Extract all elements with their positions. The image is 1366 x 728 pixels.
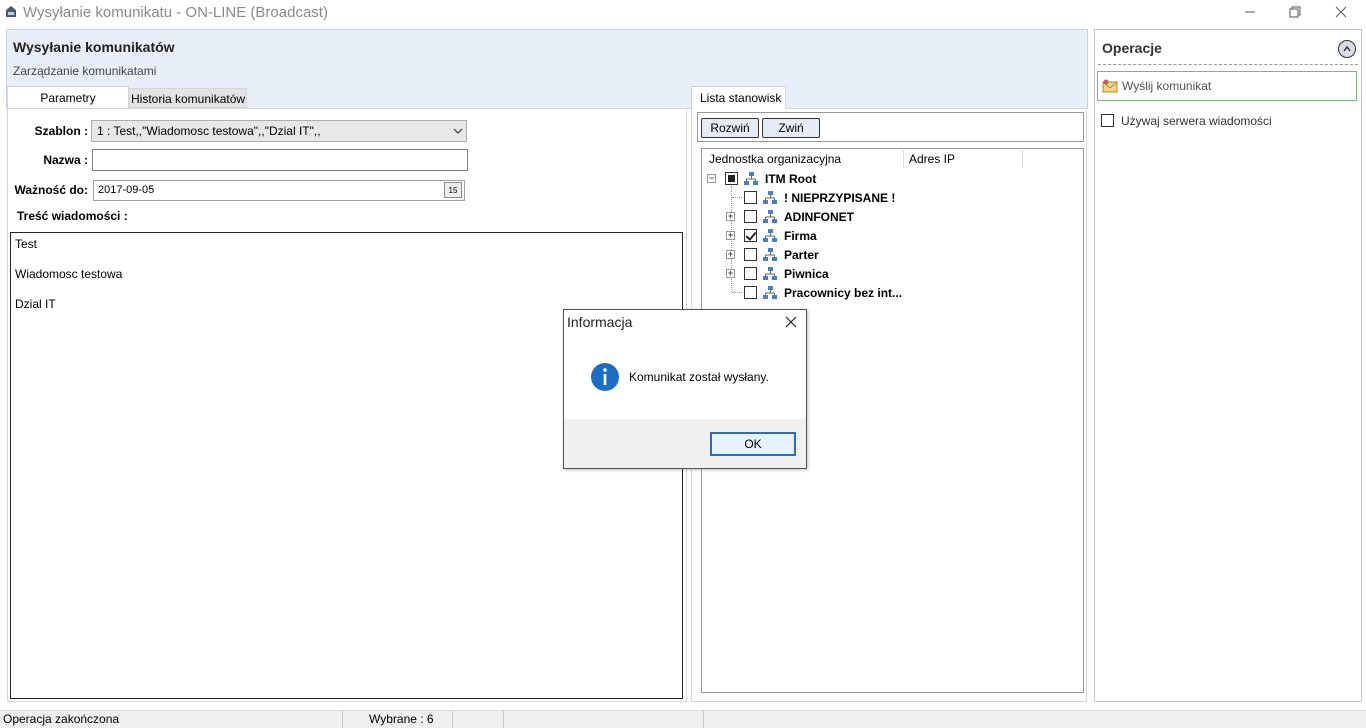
tree-node-pracownicy[interactable]: Pracownicy bez int... [744, 283, 902, 302]
app-icon [6, 6, 16, 17]
use-server-checkbox[interactable] [1101, 114, 1114, 127]
envelope-icon [1102, 79, 1118, 93]
tree-node-parter[interactable]: + Parter [726, 245, 819, 264]
tree-node-label: ADINFONET [784, 209, 854, 224]
expand-node-icon[interactable]: + [726, 250, 735, 259]
restore-icon[interactable] [1272, 0, 1318, 24]
tree-node-label: Parter [784, 247, 819, 262]
org-unit-icon [763, 190, 777, 204]
tresc-label: Treść wiadomości : [17, 209, 128, 223]
page-title: Wysyłanie komunikatów [13, 39, 175, 55]
chevron-down-icon[interactable] [452, 125, 464, 137]
status-bar [0, 710, 1366, 728]
operations-panel [1094, 29, 1362, 702]
use-server-label[interactable]: Używaj serwera wiadomości [1121, 114, 1272, 128]
node-checkbox[interactable] [744, 286, 757, 299]
dialog-title: Informacja [567, 314, 633, 330]
szablon-select[interactable]: 1 : Test,,"Wiadomosc testowa",,"Dzial IT… [91, 120, 467, 142]
tree-node-label: ITM Root [765, 171, 817, 186]
tree-node-adinfonet[interactable]: + ADINFONET [726, 207, 854, 226]
column-header-adres-ip[interactable]: Adres IP [909, 152, 955, 166]
send-message-label: Wyślij komunikat [1122, 79, 1212, 93]
collapse-node-icon[interactable]: − [707, 174, 716, 183]
node-checkbox[interactable] [744, 248, 757, 261]
message-line: Wiadomosc testowa [15, 267, 123, 281]
org-unit-icon [763, 247, 777, 261]
column-separator [1022, 150, 1023, 168]
minimize-icon[interactable] [1227, 0, 1273, 24]
nazwa-input[interactable] [92, 149, 468, 171]
divider [1098, 64, 1358, 65]
tab-lista-stanowisk[interactable]: Lista stanowisk [691, 86, 786, 109]
status-separator [503, 711, 504, 728]
info-icon [591, 363, 619, 391]
node-checkbox[interactable] [744, 229, 757, 242]
tree-node-piwnica[interactable]: + Piwnica [726, 264, 829, 283]
tree-node-label: Piwnica [784, 266, 829, 281]
org-unit-icon [763, 266, 777, 280]
tab-historia[interactable]: Historia komunikatów [129, 88, 247, 108]
tab-parametry[interactable]: Parametry [7, 86, 129, 108]
dialog-message: Komunikat został wysłany. [629, 370, 769, 384]
status-separator [452, 711, 453, 728]
waznosc-label: Ważność do: [14, 183, 88, 197]
tree-node-label: Firma [784, 228, 817, 243]
node-checkbox[interactable] [744, 191, 757, 204]
column-header-jednostka[interactable]: Jednostka organizacyjna [709, 152, 841, 166]
ok-button[interactable]: OK [710, 432, 796, 456]
expand-node-icon[interactable]: + [726, 212, 735, 221]
close-icon[interactable] [781, 312, 801, 332]
close-icon[interactable] [1318, 0, 1364, 24]
org-unit-icon [744, 171, 758, 185]
tree-node-itm-root[interactable]: − ITM Root [707, 169, 816, 188]
tree-node-label: ! NIEPRZYPISANE ! [784, 190, 896, 205]
org-unit-icon [763, 228, 777, 242]
nazwa-label: Nazwa : [43, 153, 88, 167]
collapse-panel-icon[interactable] [1338, 40, 1356, 58]
page-subtitle: Zarządzanie komunikatami [13, 64, 157, 78]
node-checkbox[interactable] [744, 210, 757, 223]
node-checkbox[interactable] [725, 172, 738, 185]
message-line: Test [15, 237, 38, 251]
waznosc-date-input[interactable]: 2017-09-05 [93, 180, 465, 201]
status-separator [703, 711, 704, 728]
org-unit-icon [763, 209, 777, 223]
status-separator [342, 711, 343, 728]
expand-node-icon[interactable]: + [726, 269, 735, 278]
node-checkbox[interactable] [744, 267, 757, 280]
operations-title: Operacje [1102, 40, 1162, 56]
tree-line [732, 292, 742, 293]
tree-node-nieprzypisane[interactable]: ! NIEPRZYPISANE ! [744, 188, 895, 207]
expand-node-icon[interactable]: + [726, 231, 735, 240]
expand-all-button[interactable]: Rozwiń [701, 118, 759, 138]
calendar-icon[interactable]: 15 [444, 182, 462, 198]
window-title: Wysyłanie komunikatu - ON-LINE (Broadcas… [23, 4, 328, 21]
send-message-button[interactable]: Wyślij komunikat [1097, 71, 1357, 101]
tree-node-label: Pracownicy bez int... [784, 285, 903, 300]
szablon-label: Szablon : [34, 124, 88, 138]
selected-count: Wybrane : 6 [369, 712, 434, 726]
tree-node-firma[interactable]: + Firma [726, 226, 817, 245]
tree-line [732, 197, 742, 198]
org-unit-icon [763, 285, 777, 299]
collapse-all-button[interactable]: Zwiń [762, 118, 820, 138]
column-separator [903, 150, 904, 168]
status-text: Operacja zakończona [3, 712, 120, 726]
